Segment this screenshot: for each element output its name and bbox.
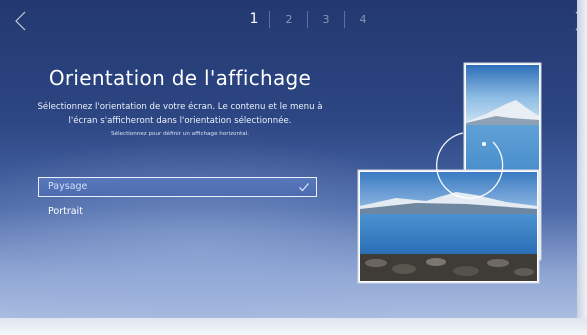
step-3: 3: [322, 13, 330, 26]
option-landscape-label: Paysage: [48, 181, 88, 192]
option-landscape[interactable]: Paysage: [38, 177, 317, 197]
checkmark-icon: [299, 183, 309, 192]
back-button[interactable]: [12, 10, 30, 32]
landscape-preview: [357, 169, 540, 284]
option-portrait-label: Portrait: [48, 206, 83, 217]
page-description: Sélectionnez l'orientation de votre écra…: [2, 100, 358, 128]
chevron-left-icon: [15, 11, 26, 31]
step-divider: [269, 11, 270, 28]
step-1: 1: [249, 11, 259, 27]
description-line-2: l'écran s'afficheront dans l'orientation…: [68, 116, 292, 126]
step-4: 4: [359, 13, 367, 26]
option-portrait[interactable]: Portrait: [38, 202, 317, 222]
selection-hint: Sélectionnez pour définir un affichage h…: [111, 131, 249, 137]
screen-bezel-right: [577, 0, 587, 335]
description-line-1: Sélectionnez l'orientation de votre écra…: [37, 102, 323, 112]
step-divider: [307, 11, 308, 28]
page-title: Orientation de l'affichage: [48, 66, 312, 90]
screen-bezel-bottom: [0, 318, 587, 335]
step-2: 2: [285, 13, 293, 26]
orientation-illustration: [357, 62, 542, 284]
step-divider: [344, 11, 345, 28]
